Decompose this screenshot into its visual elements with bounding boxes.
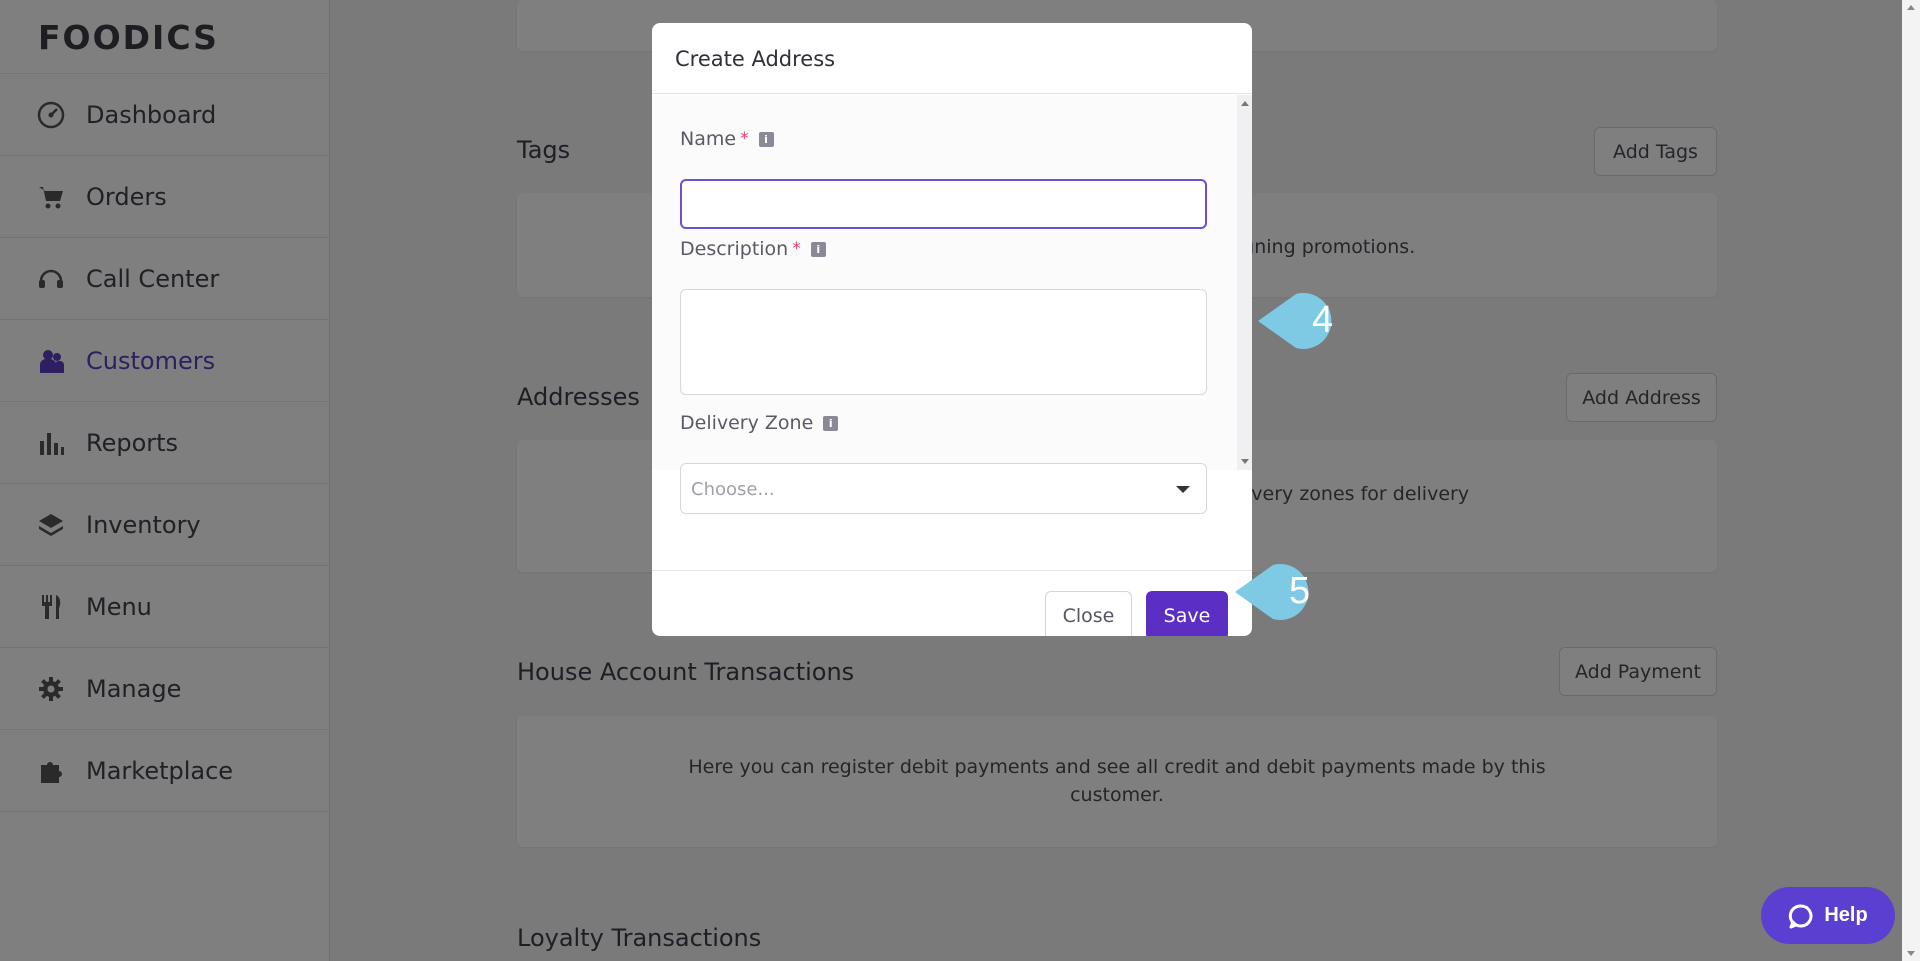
modal-body: Name * i Description * i Delivery Zone i… bbox=[652, 95, 1252, 514]
info-icon[interactable]: i bbox=[810, 241, 826, 257]
description-label: Description * i bbox=[680, 238, 826, 260]
close-button[interactable]: Close bbox=[1045, 591, 1132, 636]
callout-pointer-shape bbox=[1235, 564, 1309, 620]
delivery-zone-label: Delivery Zone i bbox=[680, 412, 839, 434]
description-textarea[interactable] bbox=[680, 289, 1207, 395]
create-address-modal: Create Address Name * i Description * i … bbox=[652, 23, 1252, 636]
info-icon[interactable]: i bbox=[823, 415, 839, 431]
callout-pointer-shape bbox=[1258, 293, 1332, 349]
callout-number: 4 bbox=[1312, 299, 1334, 341]
select-placeholder: Choose... bbox=[691, 479, 775, 500]
scroll-up-arrow-icon[interactable] bbox=[1906, 0, 1916, 16]
save-button[interactable]: Save bbox=[1146, 591, 1228, 636]
step-callout-4: 4 bbox=[1256, 290, 1352, 352]
required-marker: * bbox=[792, 239, 801, 259]
delivery-zone-select[interactable]: Choose... bbox=[680, 463, 1207, 514]
info-icon[interactable]: i bbox=[758, 131, 774, 147]
delivery-zone-label-text: Delivery Zone bbox=[680, 412, 814, 434]
modal-scrollbar[interactable] bbox=[1237, 95, 1252, 470]
modal-title: Create Address bbox=[675, 47, 836, 71]
help-label: Help bbox=[1824, 904, 1868, 926]
required-marker: * bbox=[740, 129, 749, 149]
scroll-down-arrow-icon[interactable] bbox=[1906, 945, 1916, 961]
step-callout-5: 5 bbox=[1233, 561, 1329, 623]
name-input[interactable] bbox=[680, 179, 1207, 229]
name-label-text: Name bbox=[680, 128, 737, 150]
callout-number: 5 bbox=[1289, 570, 1311, 612]
scroll-up-arrow-icon[interactable] bbox=[1241, 101, 1249, 106]
modal-header: Create Address bbox=[652, 23, 1252, 94]
modal-footer: Close Save bbox=[652, 570, 1252, 636]
chat-bubble-icon bbox=[1789, 904, 1813, 928]
help-button[interactable]: Help bbox=[1761, 887, 1895, 944]
scroll-down-arrow-icon[interactable] bbox=[1241, 459, 1249, 464]
page-scrollbar[interactable] bbox=[1902, 0, 1920, 961]
description-label-text: Description bbox=[680, 238, 789, 260]
name-label: Name * i bbox=[680, 128, 774, 150]
chevron-down-icon bbox=[1176, 486, 1190, 493]
